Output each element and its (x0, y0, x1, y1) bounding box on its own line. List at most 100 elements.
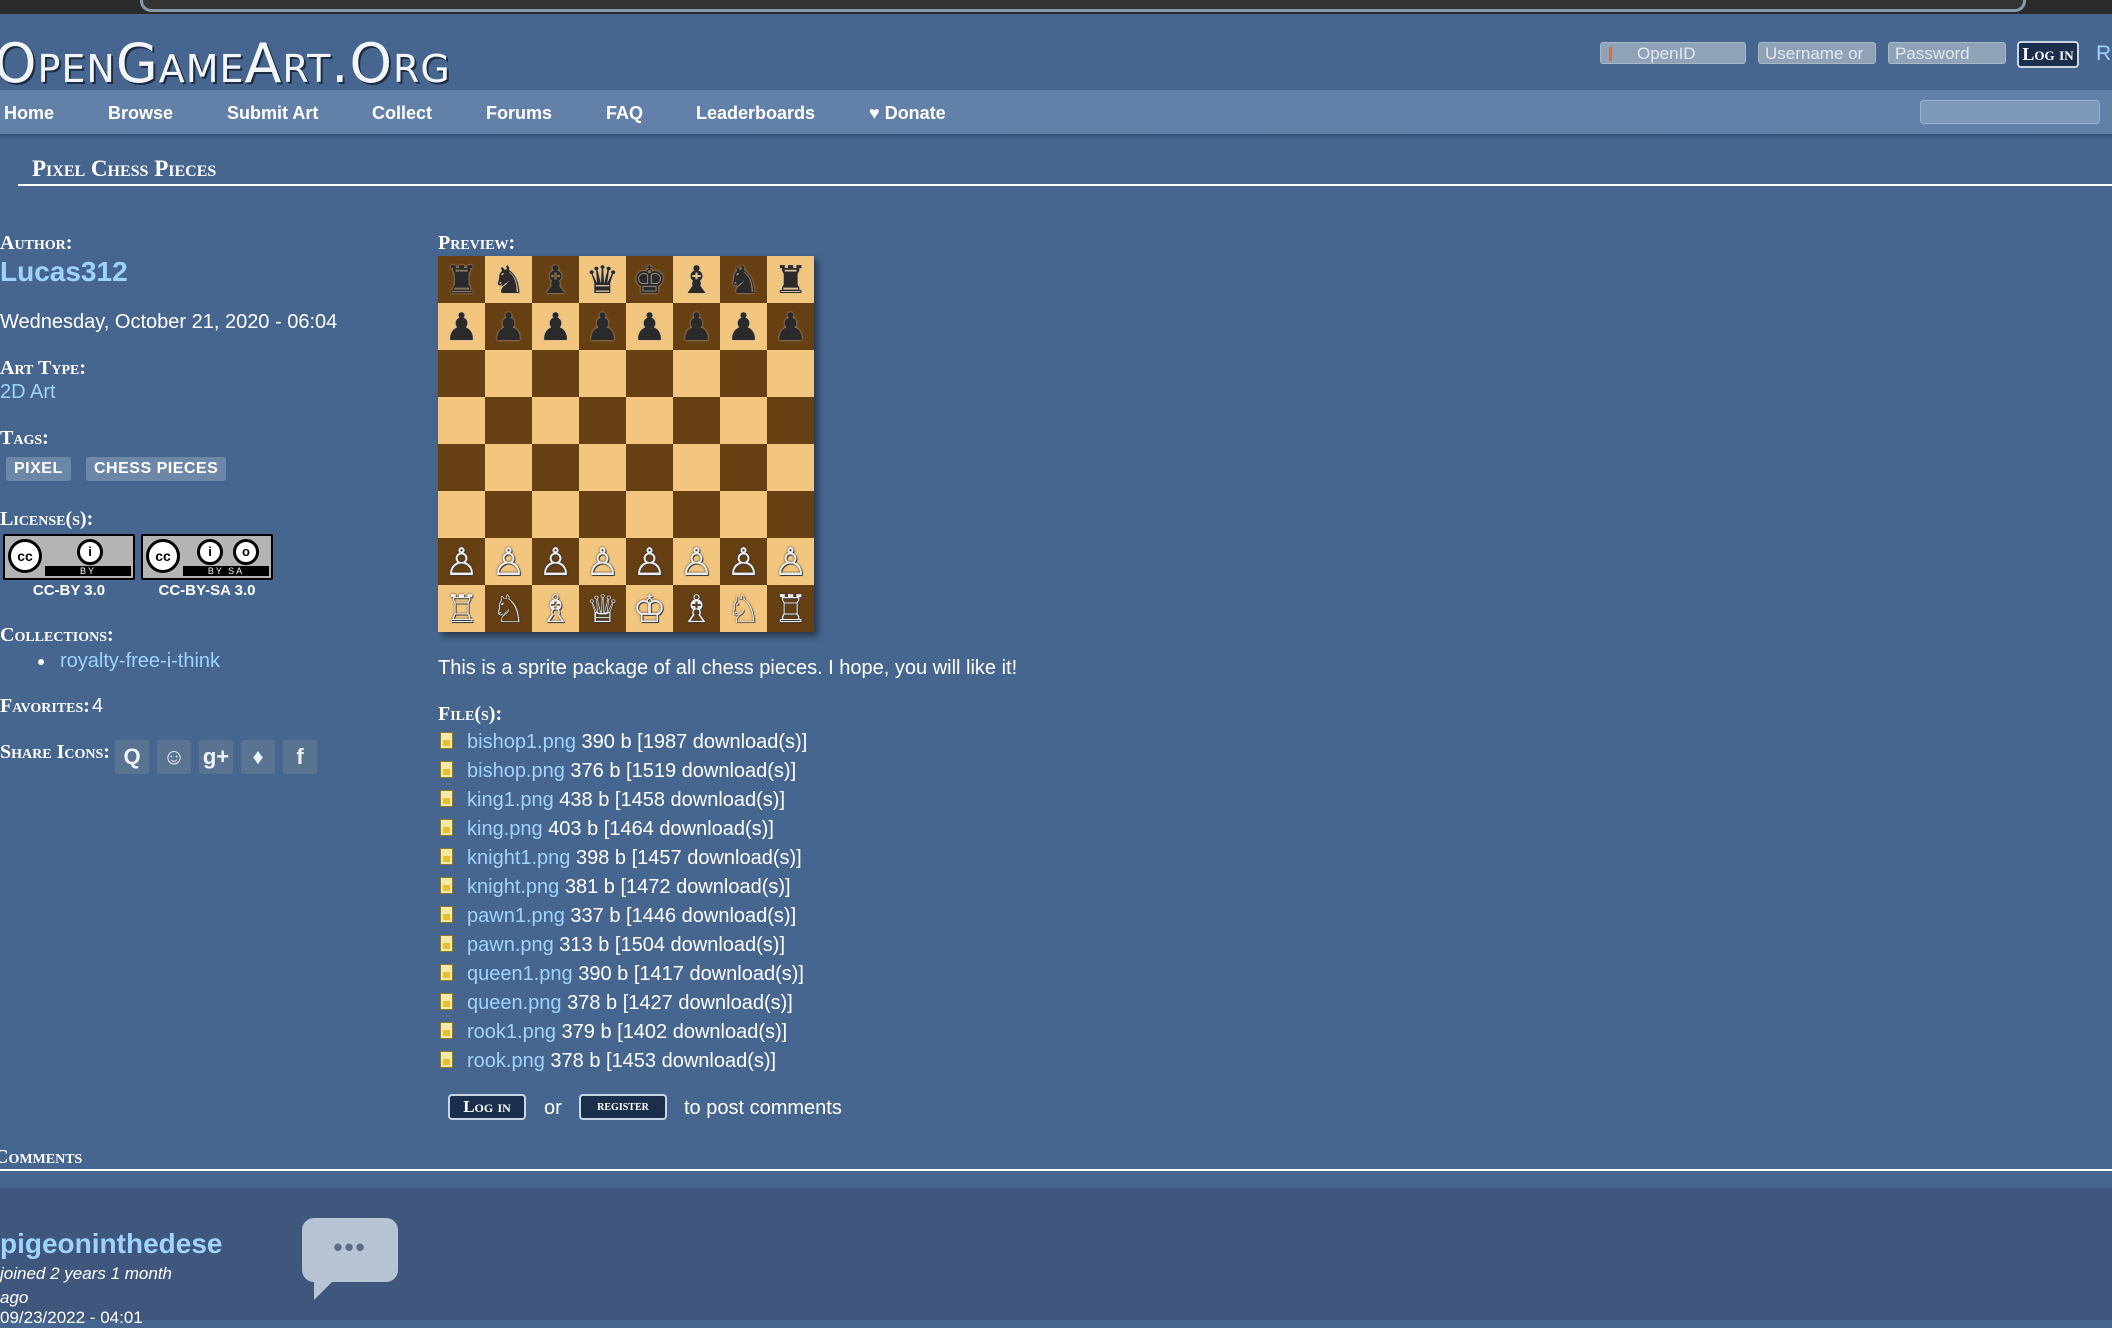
register-button[interactable]: register (579, 1094, 667, 1120)
file-meta: 398 b [1457 download(s)] (570, 847, 802, 869)
password-field[interactable]: Password (1888, 42, 2006, 64)
login-button[interactable]: Log in (448, 1094, 526, 1120)
file-link[interactable]: pawn.png (467, 934, 554, 956)
board-square: ♟ (485, 303, 532, 350)
file-link[interactable]: king1.png (467, 789, 554, 811)
nav-search-input[interactable] (1920, 100, 2100, 124)
chess-piece: ♚ (632, 257, 667, 302)
file-link[interactable]: queen1.png (467, 963, 573, 985)
chess-piece: ♔ (632, 586, 667, 631)
board-square (673, 491, 720, 538)
file-link[interactable]: rook1.png (467, 1021, 556, 1043)
share-label: Share Icons: (0, 741, 110, 763)
board-square: ♟ (532, 303, 579, 350)
register-link[interactable]: R (2096, 42, 2111, 66)
file-entry: queen1.png 390 b [1417 download(s)] (467, 963, 804, 986)
comments-divider (0, 1169, 2112, 1171)
board-square (673, 350, 720, 397)
file-link[interactable]: knight1.png (467, 847, 570, 869)
board-square (626, 397, 673, 444)
site-logo[interactable]: OpenGameArt.Org (0, 32, 451, 95)
board-square (673, 397, 720, 444)
license-strip: BY (45, 566, 131, 576)
preview-label: Preview: (438, 232, 516, 254)
file-link[interactable]: knight.png (467, 876, 559, 898)
image-file-icon (440, 906, 453, 923)
chess-piece: ♝ (679, 257, 714, 302)
board-square: ♗ (673, 585, 720, 632)
address-bar[interactable] (140, 0, 2026, 12)
board-square (532, 491, 579, 538)
author-link[interactable]: Lucas312 (0, 256, 128, 288)
file-meta: 379 b [1402 download(s)] (555, 1021, 788, 1043)
board-square (673, 444, 720, 491)
file-link[interactable]: king.png (467, 818, 543, 840)
nav-faq[interactable]: FAQ (606, 103, 643, 124)
nav-leaderboards[interactable]: Leaderboards (696, 103, 815, 124)
board-square (767, 491, 814, 538)
nav-home[interactable]: Home (4, 103, 54, 124)
file-meta: 337 b [1446 download(s)] (564, 905, 797, 927)
preview-image[interactable]: ♜ ♞ ♝ ♛ ♚ ♝ ♞ ♜ ♟ ♟ ♟ ♟ ♟ ♟ ♟ ♟ ♙ ♙ ♙ ♙ ♙ ♙ ♙ ♙ ♖ ♘ ♗ ♕ ♔ ♗ ♘ ♖ (438, 256, 814, 632)
reddit-icon[interactable]: ☺ (157, 740, 191, 774)
attribution-icon: i (197, 539, 223, 565)
board-square: ♙ (673, 538, 720, 585)
board-square (532, 444, 579, 491)
board-square (532, 350, 579, 397)
post-comments-text: to post comments (684, 1097, 842, 1119)
username-field[interactable]: Username or (1758, 42, 1876, 64)
login-button[interactable]: Log in (2017, 41, 2079, 68)
file-link[interactable]: rook.png (467, 1050, 545, 1072)
board-square (720, 444, 767, 491)
favorites-count: 4 (92, 695, 104, 717)
license-cc-by-sa[interactable]: cc i o BY SA (141, 534, 273, 582)
file-link[interactable]: bishop1.png (467, 731, 576, 753)
openid-icon[interactable]: Q (115, 740, 149, 774)
board-square: ♔ (626, 585, 673, 632)
collection-link[interactable]: royalty-free-i-think (60, 650, 220, 672)
comment: pigeoninthedese joined 2 years 1 month a… (0, 1188, 2112, 1327)
author-label: Author: (0, 232, 73, 254)
file-meta: 403 b [1464 download(s)] (542, 818, 774, 840)
chess-piece: ♛ (585, 257, 620, 302)
board-square: ♕ (579, 585, 626, 632)
file-entry: pawn.png 313 b [1504 download(s)] (467, 934, 785, 957)
file-link[interactable]: bishop.png (467, 760, 565, 782)
license-cc-by[interactable]: cc i BY (3, 534, 135, 582)
file-link[interactable]: pawn1.png (467, 905, 565, 927)
chess-piece: ♟ (585, 304, 620, 349)
nav-browse[interactable]: Browse (108, 103, 173, 124)
openid-field[interactable]: OpenID (1600, 42, 1746, 64)
board-square (720, 491, 767, 538)
file-meta: 378 b [1427 download(s)] (561, 992, 793, 1014)
nav-forums[interactable]: Forums (486, 103, 552, 124)
file-link[interactable]: queen.png (467, 992, 562, 1014)
facebook-icon[interactable]: f (283, 740, 317, 774)
board-square: ♝ (532, 256, 579, 303)
nav-donate[interactable]: ♥ Donate (869, 103, 946, 124)
board-square (532, 397, 579, 444)
board-square (626, 444, 673, 491)
chess-piece: ♟ (679, 304, 714, 349)
board-square: ♖ (438, 585, 485, 632)
cc-icon: cc (8, 539, 42, 573)
nav-submit-art[interactable]: Submit Art (227, 103, 318, 124)
board-square: ♙ (438, 538, 485, 585)
board-square: ♙ (767, 538, 814, 585)
chess-piece: ♟ (632, 304, 667, 349)
board-square: ♗ (532, 585, 579, 632)
file-meta: 313 b [1504 download(s)] (553, 934, 786, 956)
google-plus-icon[interactable]: g+ (199, 740, 233, 774)
comment-author[interactable]: pigeoninthedese (0, 1228, 232, 1260)
tag-chess-pieces[interactable]: CHESS PIECES (86, 457, 227, 481)
art-type-link[interactable]: 2D Art (0, 381, 56, 404)
chess-piece: ♙ (632, 539, 667, 584)
chess-piece: ♙ (679, 539, 714, 584)
twitter-icon[interactable]: ♦ (241, 740, 275, 774)
chess-piece: ♙ (444, 539, 479, 584)
nav-collect[interactable]: Collect (372, 103, 432, 124)
or-text: or (544, 1097, 562, 1119)
board-square: ♟ (579, 303, 626, 350)
board-square: ♙ (485, 538, 532, 585)
tag-pixel[interactable]: PIXEL (6, 457, 71, 481)
